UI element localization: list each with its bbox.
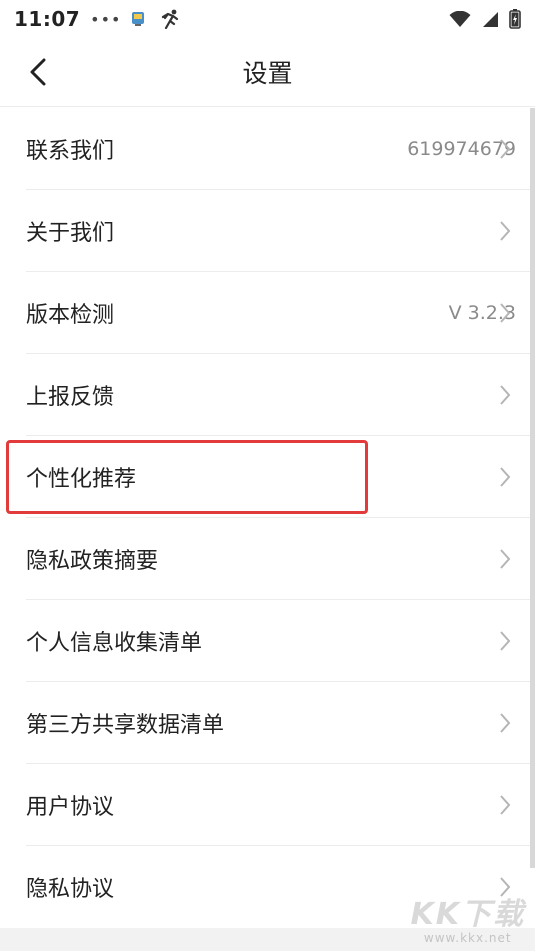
settings-item-privacy-summary[interactable]: 隐私政策摘要: [0, 518, 530, 600]
header-bar: 设置: [0, 38, 535, 106]
notification-dots: •••: [90, 9, 122, 29]
wifi-icon: [449, 10, 471, 27]
settings-item-user-agreement[interactable]: 用户协议: [0, 764, 530, 846]
settings-item-personalized-recommendation[interactable]: 个性化推荐: [0, 436, 530, 518]
chevron-right-icon: [500, 795, 511, 815]
scrollbar[interactable]: [530, 108, 535, 868]
settings-item-label: 关于我们: [26, 221, 115, 246]
chevron-right-icon: [500, 139, 511, 159]
header-divider: [0, 106, 535, 107]
signal-icon: [483, 11, 498, 27]
settings-item-label: 隐私政策摘要: [26, 549, 159, 574]
chevron-right-icon: [500, 467, 511, 487]
back-button[interactable]: [18, 52, 58, 92]
settings-item-label: 第三方共享数据清单: [26, 713, 225, 738]
settings-item-label: 版本检测: [26, 303, 115, 328]
back-arrow-icon: [30, 58, 46, 86]
settings-list: 联系我们 619974679 关于我们 版本检测 V 3.2.3 上报反馈 个性…: [0, 108, 530, 928]
running-icon: [162, 9, 179, 29]
settings-item-version-check[interactable]: 版本检测 V 3.2.3: [0, 272, 530, 354]
settings-item-third-party-data-list[interactable]: 第三方共享数据清单: [0, 682, 530, 764]
chevron-right-icon: [500, 221, 511, 241]
chevron-right-icon: [500, 303, 511, 323]
settings-item-privacy-agreement[interactable]: 隐私协议: [0, 846, 530, 928]
settings-item-personal-info-list[interactable]: 个人信息收集清单: [0, 600, 530, 682]
battery-charging-icon: [509, 9, 521, 29]
settings-item-feedback[interactable]: 上报反馈: [0, 354, 530, 436]
settings-item-label: 用户协议: [26, 795, 115, 820]
chevron-right-icon: [500, 549, 511, 569]
app-notification-icon: [132, 12, 145, 26]
settings-item-about-us[interactable]: 关于我们: [0, 190, 530, 272]
chevron-right-icon: [500, 385, 511, 405]
chevron-right-icon: [500, 631, 511, 651]
settings-item-label: 个人信息收集清单: [26, 631, 203, 656]
status-time: 11:07: [14, 7, 81, 31]
settings-item-label: 隐私协议: [26, 877, 115, 902]
chevron-right-icon: [500, 713, 511, 733]
status-bar: 11:07 •••: [0, 0, 535, 38]
page-title: 设置: [242, 59, 293, 88]
chevron-right-icon: [500, 877, 511, 897]
bottom-bar: [0, 928, 535, 951]
settings-item-label: 联系我们: [26, 139, 115, 164]
settings-item-label: 上报反馈: [26, 385, 115, 410]
settings-item-contact-us[interactable]: 联系我们 619974679: [0, 108, 530, 190]
settings-item-label: 个性化推荐: [26, 467, 137, 492]
